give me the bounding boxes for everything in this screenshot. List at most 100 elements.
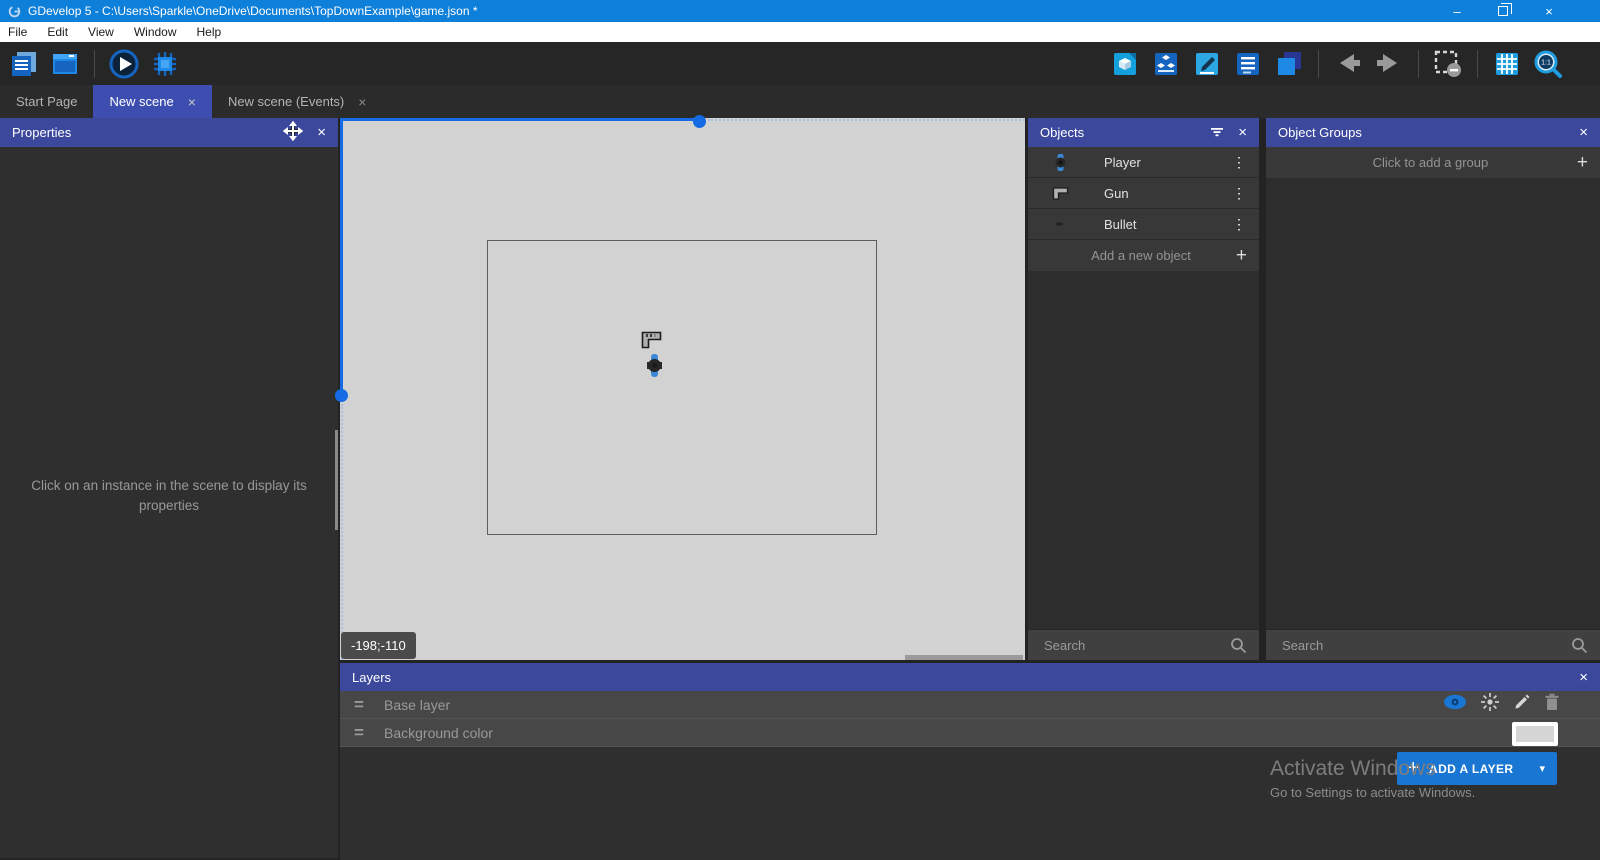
plus-icon[interactable]: +: [1236, 245, 1247, 267]
properties-header: Properties ×: [0, 118, 338, 147]
toolbar-separator: [94, 50, 95, 78]
object-name: Gun: [1104, 186, 1232, 201]
plus-icon[interactable]: +: [1577, 152, 1588, 174]
toggle-grid-icon[interactable]: [1491, 48, 1523, 80]
properties-scrollbar[interactable]: [335, 430, 338, 530]
gun-instance[interactable]: [640, 331, 663, 354]
tab-label: New scene (Events): [228, 94, 344, 109]
gun-object-icon: [1051, 187, 1069, 200]
object-menu-icon[interactable]: ⋮: [1232, 219, 1246, 229]
restore-icon: [1498, 6, 1508, 16]
tab-start-page[interactable]: Start Page: [0, 85, 93, 118]
tab-new-scene[interactable]: New scene ×: [93, 85, 212, 118]
search-icon: [1571, 637, 1588, 654]
selection-edge-left-dashed: [341, 404, 343, 660]
menu-edit[interactable]: Edit: [37, 22, 78, 42]
properties-panel: Properties × Click on an instance in the…: [0, 118, 338, 858]
close-button[interactable]: ×: [1526, 0, 1572, 22]
tab-new-scene-events[interactable]: New scene (Events) ×: [212, 85, 383, 118]
groups-search-input[interactable]: [1266, 638, 1571, 653]
play-preview-button[interactable]: [108, 48, 140, 80]
close-panel-icon[interactable]: ×: [1579, 669, 1588, 686]
bullet-object-icon: [1051, 222, 1069, 226]
title-bar: GDevelop 5 - C:\Users\Sparkle\OneDrive\D…: [0, 0, 1600, 22]
close-panel-icon[interactable]: ×: [317, 124, 326, 141]
add-group-label: Click to add a group: [1266, 155, 1577, 170]
object-groups-panel: Object Groups × Click to add a group +: [1266, 118, 1600, 660]
object-groups-icon[interactable]: [1150, 48, 1182, 80]
menu-bar: File Edit View Window Help: [0, 22, 1600, 42]
layer-name: Background color: [384, 725, 493, 741]
canvas-horizontal-scrollbar[interactable]: [905, 655, 1023, 660]
layer-row-base[interactable]: = Base layer: [340, 691, 1600, 719]
objects-search-bar: [1028, 629, 1259, 660]
selection-handle-top[interactable]: [693, 115, 706, 128]
selection-edge-top: [340, 118, 696, 121]
layers-header: Layers ×: [340, 663, 1600, 691]
tab-label: Start Page: [16, 94, 77, 109]
object-row-gun[interactable]: Gun ⋮: [1028, 178, 1259, 209]
add-layer-label: ADD A LAYER: [1429, 762, 1513, 776]
menu-view[interactable]: View: [78, 22, 124, 42]
object-row-player[interactable]: Player ⋮: [1028, 147, 1259, 178]
layer-row-background-color[interactable]: = Background color: [340, 719, 1600, 747]
project-manager-icon[interactable]: [8, 48, 40, 80]
close-panel-icon[interactable]: ×: [1238, 124, 1247, 141]
menu-help[interactable]: Help: [187, 22, 232, 42]
edit-scene-icon[interactable]: [1191, 48, 1223, 80]
edit-layer-pencil-icon[interactable]: [1513, 693, 1531, 716]
toolbar-separator: [1418, 50, 1419, 78]
drag-handle-icon[interactable]: =: [354, 695, 374, 715]
gdevelop-logo-icon: [8, 5, 21, 18]
gdevelop-window: GDevelop 5 - C:\Users\Sparkle\OneDrive\D…: [0, 0, 1600, 860]
menu-window[interactable]: Window: [124, 22, 187, 42]
toolbar-separator: [1477, 50, 1478, 78]
debug-button[interactable]: [149, 48, 181, 80]
object-menu-icon[interactable]: ⋮: [1232, 188, 1246, 198]
panel-title: Object Groups: [1278, 125, 1565, 140]
main-toolbar: 1:1: [0, 42, 1600, 85]
object-groups-header: Object Groups ×: [1266, 118, 1600, 147]
clear-selection-icon[interactable]: [1432, 48, 1464, 80]
chevron-down-icon[interactable]: ▾: [1539, 762, 1545, 775]
selection-edge-left: [340, 118, 343, 390]
layer-effects-icon[interactable]: [1480, 692, 1500, 717]
editor-tabs: Start Page New scene × New scene (Events…: [0, 85, 1600, 118]
objects-header: Objects ×: [1028, 118, 1259, 147]
selection-handle-left[interactable]: [335, 389, 348, 402]
selection-edge-top-dashed: [708, 119, 1025, 121]
undo-icon[interactable]: [1332, 48, 1364, 80]
move-cursor-icon: [283, 121, 303, 144]
player-object-icon: [1051, 154, 1069, 171]
add-a-layer-button[interactable]: + ADD A LAYER ▾: [1397, 752, 1557, 785]
objects-search-input[interactable]: [1028, 638, 1230, 653]
delete-layer-trash-icon[interactable]: [1544, 693, 1560, 716]
swatch-color: [1516, 726, 1554, 742]
menu-file[interactable]: File: [0, 22, 37, 42]
filter-icon[interactable]: [1210, 125, 1224, 140]
object-name: Player: [1104, 155, 1232, 170]
close-panel-icon[interactable]: ×: [1579, 124, 1588, 141]
tab-close-icon[interactable]: ×: [358, 94, 366, 110]
player-instance[interactable]: [646, 354, 663, 382]
drag-handle-icon[interactable]: =: [354, 723, 374, 743]
add-object-icon[interactable]: [1109, 48, 1141, 80]
zoom-1to1-icon[interactable]: 1:1: [1532, 48, 1564, 80]
cursor-coordinates-badge: -198;-110: [341, 632, 416, 659]
background-color-swatch[interactable]: [1512, 722, 1558, 746]
layer-name: Base layer: [384, 697, 450, 713]
object-row-bullet[interactable]: Bullet ⋮: [1028, 209, 1259, 240]
object-menu-icon[interactable]: ⋮: [1232, 157, 1246, 167]
instances-list-icon[interactable]: [1232, 48, 1264, 80]
preview-window-icon[interactable]: [49, 48, 81, 80]
tab-close-icon[interactable]: ×: [188, 94, 196, 110]
search-icon: [1230, 637, 1247, 654]
redo-icon[interactable]: [1373, 48, 1405, 80]
add-group-row[interactable]: Click to add a group +: [1266, 147, 1600, 178]
visibility-eye-icon[interactable]: [1443, 694, 1467, 715]
restore-button[interactable]: [1480, 0, 1526, 22]
scene-canvas[interactable]: -198;-110: [340, 118, 1025, 660]
add-object-row[interactable]: Add a new object +: [1028, 240, 1259, 271]
minimize-button[interactable]: –: [1434, 0, 1480, 22]
layers-toolbar-icon[interactable]: [1273, 48, 1305, 80]
